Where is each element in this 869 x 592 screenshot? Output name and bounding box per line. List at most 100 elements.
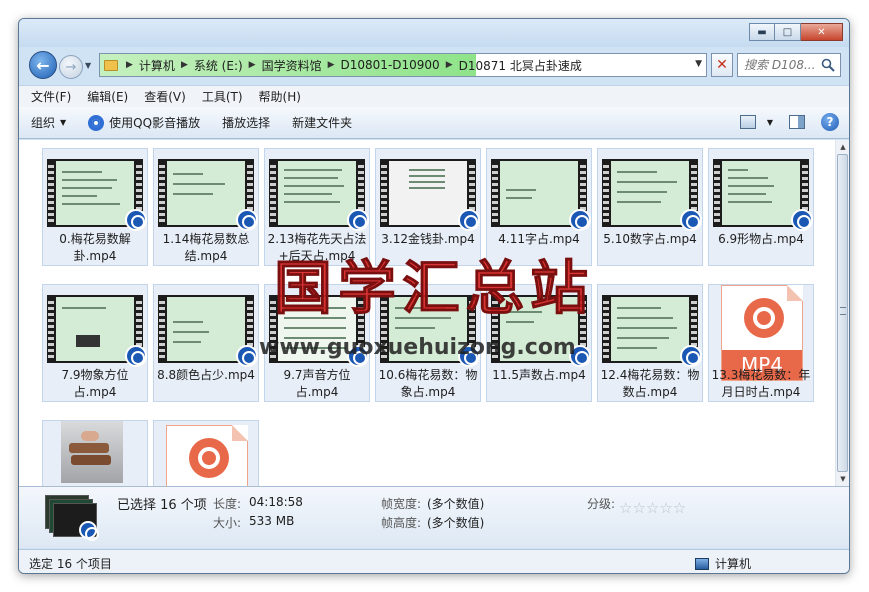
- video-thumbnail: [158, 289, 258, 367]
- breadcrumb-range[interactable]: D10801-D10900: [341, 58, 440, 72]
- play-selection-button[interactable]: 播放选择: [222, 114, 270, 131]
- file-name: 7.9物象方位占.mp4: [61, 368, 129, 399]
- qq-player-icon: [569, 209, 591, 231]
- breadcrumb-separator-icon[interactable]: ▶: [181, 60, 188, 70]
- breadcrumb-current-folder[interactable]: D10871 北冥占卦速成: [459, 57, 582, 74]
- stop-button[interactable]: ✕: [711, 53, 733, 77]
- file-name: 0.梅花易数解卦.mp4: [59, 232, 131, 263]
- preview-pane-icon[interactable]: [789, 115, 805, 129]
- folder-icon: [104, 59, 118, 71]
- qq-player-icon: [458, 209, 480, 231]
- qq-player-icon: [236, 209, 258, 231]
- qq-player-icon: [88, 114, 105, 131]
- frame-width-value: (多个数值): [427, 497, 485, 511]
- scroll-up-icon[interactable]: ▲: [836, 140, 849, 154]
- title-bar: ▬ □ ✕: [19, 19, 849, 47]
- file-tile[interactable]: 4.11字占.mp4: [486, 148, 592, 266]
- breadcrumb-library[interactable]: 国学资料馆: [262, 57, 322, 74]
- file-tile[interactable]: 2.13梅花先天占法+后天占.mp4: [264, 148, 370, 266]
- file-tile[interactable]: 5.10数字占.mp4: [597, 148, 703, 266]
- minimize-button[interactable]: ▬: [749, 23, 775, 41]
- frame-height-key: 帧高度:: [381, 516, 422, 530]
- rating-stars-icons[interactable]: ☆☆☆☆☆: [619, 499, 686, 517]
- view-options-icon[interactable]: [739, 115, 756, 129]
- file-name: 8.8颜色占少.mp4: [157, 368, 255, 382]
- file-tile[interactable]: [42, 420, 148, 486]
- file-tile[interactable]: 7.9物象方位占.mp4: [42, 284, 148, 402]
- file-tile[interactable]: 10.6梅花易数：物象占.mp4: [375, 284, 481, 402]
- help-icon[interactable]: ?: [821, 113, 839, 131]
- new-folder-button[interactable]: 新建文件夹: [292, 114, 352, 131]
- video-thumbnail: [491, 153, 591, 231]
- menu-help[interactable]: 帮助(H): [259, 88, 301, 105]
- file-name: 3.12金钱卦.mp4: [381, 232, 475, 246]
- maximize-button[interactable]: □: [775, 23, 801, 41]
- file-tile[interactable]: MP4 13.3梅花易数：年月日时占.mp4: [708, 284, 814, 402]
- file-tile[interactable]: 6.9形物占.mp4: [708, 148, 814, 266]
- details-pane: 已选择 16 个项 长度: 04:18:58 大小: 533 MB 帧宽度: (…: [19, 486, 849, 548]
- search-box[interactable]: [737, 53, 841, 77]
- breadcrumb-computer[interactable]: 计算机: [139, 57, 175, 74]
- menu-view[interactable]: 查看(V): [144, 88, 186, 105]
- navigation-bar: ← → ▼ ▶ 计算机 ▶ 系统 (E:) ▶ 国学资料馆 ▶ D10801-D…: [19, 47, 849, 83]
- file-name: 6.9形物占.mp4: [718, 232, 804, 246]
- file-tile[interactable]: 12.4梅花易数：物数占.mp4: [597, 284, 703, 402]
- file-tile[interactable]: 0.梅花易数解卦.mp4: [42, 148, 148, 266]
- qq-player-icon: [236, 345, 258, 367]
- scrollbar-thumb[interactable]: [837, 154, 848, 472]
- rating-stars[interactable]: ☆☆☆☆☆: [619, 499, 688, 517]
- file-name: 12.4梅花易数：物数占.mp4: [600, 368, 700, 399]
- rating-key: 分级:: [587, 497, 616, 511]
- view-dropdown-icon[interactable]: ▼: [767, 118, 773, 127]
- qq-player-icon: [680, 345, 702, 367]
- size-value: 533 MB: [249, 514, 295, 528]
- video-thumbnail: [491, 289, 591, 367]
- menu-tools[interactable]: 工具(T): [202, 88, 243, 105]
- breadcrumb-drive[interactable]: 系统 (E:): [194, 57, 243, 74]
- status-location: 计算机: [695, 555, 751, 572]
- address-dropdown-icon[interactable]: ▼: [695, 59, 702, 69]
- qq-player-icon: [125, 209, 147, 231]
- vertical-scrollbar[interactable]: ▲ ▼: [835, 140, 849, 486]
- qq-player-icon: [125, 345, 147, 367]
- play-with-qq-button[interactable]: 使用QQ影音播放: [88, 114, 200, 131]
- file-tile[interactable]: [153, 420, 259, 486]
- explorer-window: ▬ □ ✕ ← → ▼ ▶ 计算机 ▶ 系统 (E:) ▶ 国学资料馆 ▶ D1…: [18, 18, 850, 574]
- recent-pages-dropdown[interactable]: ▼: [85, 61, 91, 70]
- file-name: 1.14梅花易数总结.mp4: [162, 232, 250, 263]
- file-tile[interactable]: 1.14梅花易数总结.mp4: [153, 148, 259, 266]
- menu-bar: 文件(F) 编辑(E) 查看(V) 工具(T) 帮助(H): [19, 85, 849, 107]
- breadcrumb-separator-icon[interactable]: ▶: [328, 60, 335, 70]
- search-input[interactable]: [744, 58, 816, 72]
- organize-button[interactable]: 组织 ▼: [31, 114, 66, 131]
- file-tile[interactable]: 3.12金钱卦.mp4: [375, 148, 481, 266]
- selection-thumbnail: [45, 495, 99, 541]
- frame-height-value: (多个数值): [427, 516, 485, 530]
- window-controls: ▬ □ ✕: [749, 23, 843, 41]
- close-button[interactable]: ✕: [801, 23, 843, 41]
- file-tile[interactable]: 8.8颜色占少.mp4: [153, 284, 259, 402]
- address-bar[interactable]: ▶ 计算机 ▶ 系统 (E:) ▶ 国学资料馆 ▶ D10801-D10900 …: [99, 53, 707, 77]
- qq-player-icon: [458, 345, 480, 367]
- back-button[interactable]: ←: [29, 51, 57, 79]
- video-thumbnail: [602, 289, 702, 367]
- file-list[interactable]: 0.梅花易数解卦.mp4 1.14梅花易数总结.mp4 2.13梅花先天占法+后…: [19, 140, 837, 486]
- breadcrumb-separator-icon[interactable]: ▶: [249, 60, 256, 70]
- length-value: 04:18:58: [249, 495, 303, 509]
- file-tile[interactable]: 9.7声音方位占.mp4: [264, 284, 370, 402]
- file-tile[interactable]: 11.5声数占.mp4: [486, 284, 592, 402]
- forward-button[interactable]: →: [59, 55, 83, 79]
- menu-file[interactable]: 文件(F): [31, 88, 71, 105]
- file-name: 4.11字占.mp4: [498, 232, 580, 246]
- search-icon[interactable]: [821, 58, 835, 72]
- file-name: 9.7声音方位占.mp4: [283, 368, 351, 399]
- breadcrumb-separator-icon[interactable]: ▶: [446, 60, 453, 70]
- scroll-down-icon[interactable]: ▼: [836, 472, 849, 486]
- mp4-file-thumbnail: [158, 425, 254, 486]
- menu-edit[interactable]: 编辑(E): [87, 88, 128, 105]
- file-name: 10.6梅花易数：物象占.mp4: [378, 368, 478, 399]
- mp4-file-icon: [166, 425, 248, 486]
- organize-label: 组织: [31, 116, 56, 130]
- status-text: 选定 16 个项目: [29, 557, 112, 571]
- breadcrumb-separator-icon[interactable]: ▶: [126, 60, 133, 70]
